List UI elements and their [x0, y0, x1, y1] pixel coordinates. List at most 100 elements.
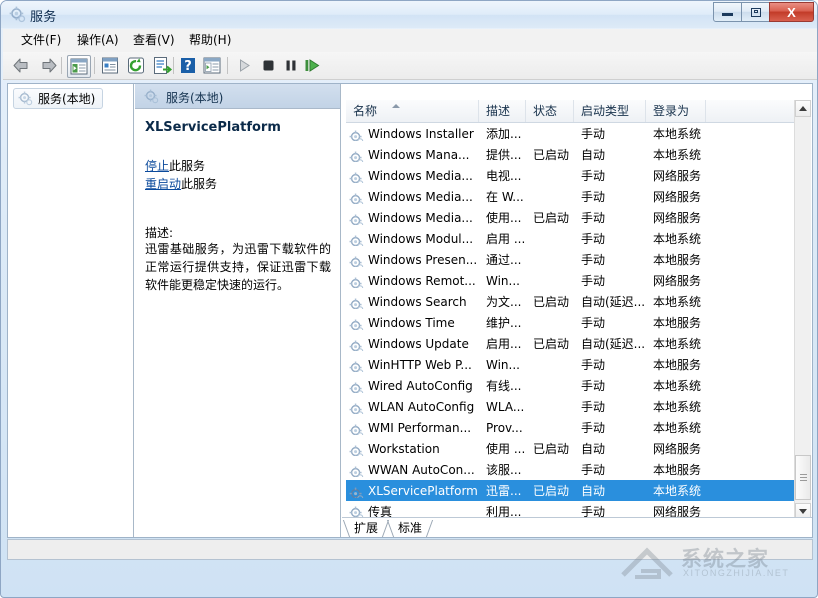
table-row[interactable]: WMI Performan...Prov...手动本地系统	[346, 417, 796, 438]
table-row[interactable]: Windows Installer添加...手动本地系统	[346, 123, 796, 144]
stop-service-suffix: 此服务	[169, 159, 205, 173]
show-hide-tree-icon[interactable]	[67, 55, 91, 78]
minimize-button[interactable]	[713, 2, 742, 22]
column-header-1[interactable]: 描述	[479, 100, 526, 122]
cell-state: 已启动	[526, 482, 574, 499]
cell-start: 手动	[574, 188, 646, 205]
svg-text:?: ?	[184, 59, 192, 74]
column-header-2[interactable]: 状态	[526, 100, 574, 122]
services-gear-icon	[144, 89, 159, 104]
menu-item-1[interactable]: 操作(A)	[71, 32, 125, 49]
cell-name: Windows Remot...	[346, 274, 479, 288]
cell-state: 已启动	[526, 440, 574, 457]
restart-service-icon[interactable]	[301, 55, 323, 76]
table-row[interactable]: Windows Time维护...手动本地服务	[346, 312, 796, 333]
cell-name: XLServicePlatform	[346, 484, 479, 498]
cell-desc: 为文...	[479, 293, 526, 310]
cell-state: 已启动	[526, 146, 574, 163]
cell-start: 手动	[574, 314, 646, 331]
close-button[interactable]: X	[769, 2, 814, 22]
restart-service-suffix: 此服务	[181, 177, 217, 191]
cell-name: Wired AutoConfig	[346, 379, 479, 393]
description-label: 描述:	[145, 224, 173, 241]
cell-name: Windows Modul...	[346, 232, 479, 246]
maximize-button[interactable]	[741, 2, 770, 22]
table-row[interactable]: Windows Media...电视...手动网络服务	[346, 165, 796, 186]
cell-name: Windows Media...	[346, 190, 479, 204]
tab-0[interactable]: 扩展	[346, 519, 386, 537]
cell-logon: 本地系统	[646, 419, 706, 436]
cell-logon: 本地服务	[646, 461, 706, 478]
back-arrow-icon[interactable]	[11, 55, 33, 76]
restart-service-action[interactable]: 重启动此服务	[145, 175, 217, 192]
stop-service-action[interactable]: 停止此服务	[145, 157, 205, 174]
cell-name: Windows Media...	[346, 169, 479, 183]
start-service-icon[interactable]	[233, 55, 255, 76]
service-gear-icon	[349, 151, 364, 162]
service-gear-icon	[349, 466, 364, 477]
cell-desc: 使用 ...	[479, 440, 526, 457]
table-row[interactable]: Windows Media...使用...已启动手动网络服务	[346, 207, 796, 228]
cell-name: Windows Update	[346, 337, 479, 351]
sidebar-item-services-local[interactable]: 服务(本地)	[13, 88, 103, 109]
menu-item-2[interactable]: 查看(V)	[127, 32, 181, 49]
list-column-headers: 名称描述状态启动类型登录为	[346, 100, 796, 123]
cell-start: 手动	[574, 272, 646, 289]
refresh-icon[interactable]	[125, 55, 147, 76]
details-pane-header: 服务(本地)	[135, 84, 341, 109]
scroll-up-arrow-icon[interactable]	[795, 100, 811, 117]
table-row[interactable]: WinHTTP Web P...Win...手动本地服务	[346, 354, 796, 375]
cell-logon: 本地系统	[646, 482, 706, 499]
menu-item-3[interactable]: 帮助(H)	[183, 32, 237, 49]
toolbar-separator	[94, 57, 95, 74]
menu-item-0[interactable]: 文件(F)	[15, 32, 67, 49]
service-gear-icon	[349, 445, 364, 456]
table-row[interactable]: Windows Media...在 W...手动网络服务	[346, 186, 796, 207]
service-gear-icon	[349, 319, 364, 330]
cell-desc: 电视...	[479, 167, 526, 184]
table-row[interactable]: WLAN AutoConfigWLA...手动本地系统	[346, 396, 796, 417]
table-row[interactable]: Windows Remot...Win...手动网络服务	[346, 270, 796, 291]
cell-name: Windows Installer	[346, 127, 479, 141]
vertical-scrollbar[interactable]	[794, 100, 811, 520]
cell-desc: 启用 ...	[479, 230, 526, 247]
scroll-thumb[interactable]	[795, 455, 811, 500]
restart-service-link[interactable]: 重启动	[145, 177, 181, 191]
stop-service-link[interactable]: 停止	[145, 159, 169, 173]
export-list-icon[interactable]	[151, 55, 173, 76]
service-gear-icon	[349, 487, 364, 498]
forward-arrow-icon[interactable]	[37, 55, 59, 76]
table-row[interactable]: XLServicePlatform迅雷...已启动自动本地系统	[346, 480, 796, 501]
cell-logon: 本地系统	[646, 230, 706, 247]
table-row[interactable]: Workstation使用 ...已启动自动网络服务	[346, 438, 796, 459]
service-gear-icon	[349, 424, 364, 435]
cell-start: 自动	[574, 440, 646, 457]
table-row[interactable]: Windows Update启用...已启动自动(延迟...本地系统	[346, 333, 796, 354]
cell-start: 手动	[574, 125, 646, 142]
cell-desc: 该服...	[479, 461, 526, 478]
table-row[interactable]: Windows Mana...提供...已启动自动本地系统	[346, 144, 796, 165]
column-header-3[interactable]: 启动类型	[574, 100, 646, 122]
service-gear-icon	[349, 382, 364, 393]
table-row[interactable]: Windows Modul...启用 ...手动本地系统	[346, 228, 796, 249]
help-icon[interactable]: ?	[177, 55, 199, 76]
stop-service-icon[interactable]	[257, 55, 279, 76]
sort-ascending-icon	[392, 104, 400, 108]
cell-logon: 网络服务	[646, 272, 706, 289]
table-row[interactable]: WWAN AutoCon...该服...手动本地服务	[346, 459, 796, 480]
table-row[interactable]: Wired AutoConfig有线...手动本地系统	[346, 375, 796, 396]
tab-1[interactable]: 标准	[390, 519, 430, 537]
cell-name: Windows Presen...	[346, 253, 479, 267]
pause-service-icon[interactable]	[280, 55, 302, 76]
properties-icon[interactable]	[99, 55, 121, 76]
table-row[interactable]: Windows Presen...通过...手动本地服务	[346, 249, 796, 270]
column-header-5[interactable]	[706, 100, 796, 122]
cell-desc: Prov...	[479, 421, 526, 435]
show-action-pane-icon[interactable]	[201, 55, 223, 76]
table-row[interactable]: Windows Search为文...已启动自动(延迟...本地系统	[346, 291, 796, 312]
cell-logon: 本地服务	[646, 356, 706, 373]
service-gear-icon	[349, 193, 364, 204]
column-header-0[interactable]: 名称	[346, 100, 479, 122]
cell-name: WLAN AutoConfig	[346, 400, 479, 414]
column-header-4[interactable]: 登录为	[646, 100, 706, 122]
